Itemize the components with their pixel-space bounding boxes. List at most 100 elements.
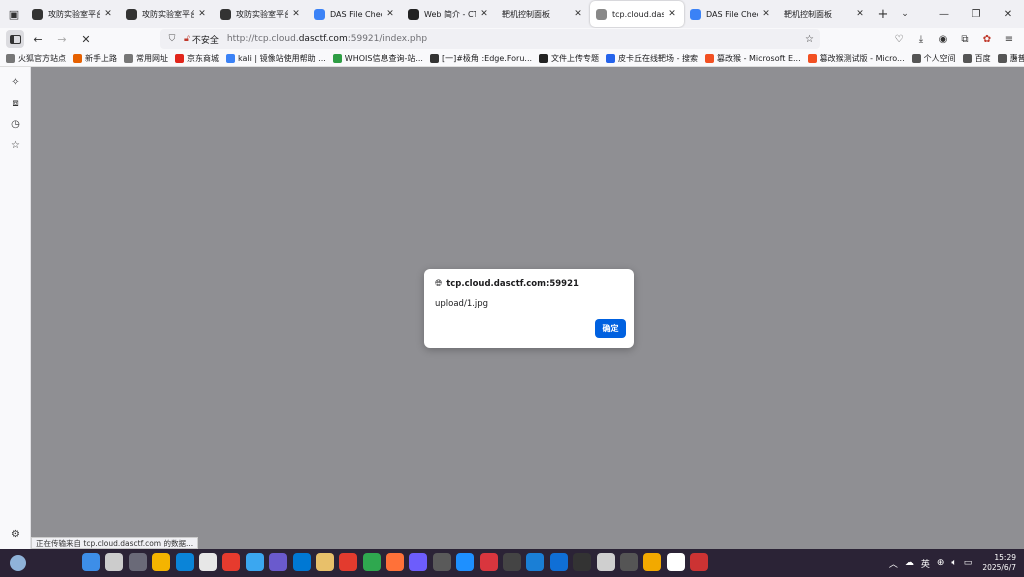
browser-tab[interactable]: tcp.cloud.dasctf.com✕	[590, 1, 684, 27]
taskbar-app-icon[interactable]	[362, 553, 381, 571]
bookmarks-toolbar: 火狐官方站点 新手上路 常用网址 京东商城 kali | 镜像站使用帮助 ... WHOI…	[0, 50, 1024, 67]
taskbar-app-icon[interactable]	[526, 553, 545, 571]
taskbar-app-icon[interactable]	[573, 553, 592, 571]
list-all-tabs-chevron-icon[interactable]: ⌄	[894, 9, 916, 19]
browser-tab[interactable]: 攻防实验室平台 ✕	[120, 1, 214, 27]
show-hidden-icons-chevron-icon[interactable]: ︿	[889, 557, 898, 570]
taskbar-app-icon[interactable]	[292, 553, 311, 571]
taskbar-app-icon[interactable]	[82, 553, 100, 571]
browser-tab[interactable]: DAS File Checker✕	[308, 1, 402, 27]
taskbar-app-icon[interactable]	[222, 553, 241, 571]
browser-tab[interactable]: 靶机控制面板 ✕	[778, 1, 872, 27]
taskbar-app-icon[interactable]	[386, 553, 405, 571]
minimize-icon[interactable]: —	[928, 0, 960, 28]
taskbar-app-icon[interactable]	[549, 553, 568, 571]
extension-monkey-icon[interactable]: ✿	[976, 34, 998, 45]
browser-tab[interactable]: Web 简介 - CTF Wiki✕	[402, 1, 496, 27]
taskbar-app-icon[interactable]	[409, 553, 428, 571]
input-language-label[interactable]: 英	[921, 557, 930, 570]
volume-icon[interactable]: 🔈︎	[951, 558, 956, 568]
synced-tabs-icon[interactable]: ⧈	[9, 97, 22, 110]
close-tab-icon[interactable]: ✕	[290, 9, 302, 19]
bookmarks-star-icon[interactable]: ☆	[9, 139, 22, 152]
pocket-icon[interactable]: ♡	[888, 34, 910, 45]
close-tab-icon[interactable]: ✕	[666, 9, 678, 19]
bookmark-item[interactable]: 惠普官网	[997, 53, 1024, 64]
close-tab-icon[interactable]: ✕	[760, 9, 772, 19]
tracking-protection-shield-icon[interactable]: ⛉	[166, 34, 178, 44]
bookmark-item[interactable]: 新手上路	[73, 53, 117, 64]
restore-icon[interactable]: ❐	[960, 0, 992, 28]
new-tab-button[interactable]: +	[872, 7, 894, 22]
taskbar-app-icon[interactable]	[690, 553, 709, 571]
bookmark-item[interactable]: WHOIS信息查询-站...	[332, 53, 423, 64]
weather-widget-icon[interactable]	[10, 555, 26, 571]
taskbar-app-icon[interactable]	[596, 553, 615, 571]
taskbar-app-icon[interactable]	[432, 553, 451, 571]
address-bar[interactable]: ⛉ 🔓︎ 不安全 http://tcp.cloud. dasctf.com:599…	[160, 29, 820, 49]
taskbar-app-icon[interactable]	[479, 553, 498, 571]
clock[interactable]: 15:29 2025/6/7	[982, 553, 1016, 573]
bookmark-item[interactable]: 篡改猴 - Microsoft E...	[705, 53, 801, 64]
bookmark-item[interactable]: 个人空间	[911, 53, 956, 64]
taskbar-app-icon[interactable]	[666, 553, 685, 571]
tab-label: 靶机控制面板	[502, 9, 550, 19]
browser-tab[interactable]: 攻防实验室平台 ✕	[26, 1, 120, 27]
close-tab-icon[interactable]: ✕	[102, 9, 114, 19]
close-tab-icon[interactable]: ✕	[384, 9, 396, 19]
close-tab-icon[interactable]: ✕	[854, 9, 866, 19]
network-globe-icon[interactable]: ⊕	[937, 558, 945, 568]
bookmark-item[interactable]: 百度	[962, 53, 991, 64]
browser-tab[interactable]: 攻防实验室平台 ✕	[214, 1, 308, 27]
downloads-icon[interactable]: ⤓	[910, 34, 932, 45]
bookmark-item[interactable]: 火狐官方站点	[6, 53, 66, 64]
close-tab-icon[interactable]: ✕	[572, 9, 584, 19]
bookmark-item[interactable]: kali | 镜像站使用帮助 ...	[226, 53, 326, 64]
taskbar-app-icon[interactable]	[619, 553, 638, 571]
history-icon[interactable]: ◷	[9, 118, 22, 131]
forward-button[interactable]: →	[52, 30, 72, 48]
tab-overview-icon[interactable]: ▣	[2, 2, 26, 26]
globe-icon: 🌐︎	[435, 279, 443, 289]
close-window-icon[interactable]: ✕	[992, 0, 1024, 28]
bookmark-item[interactable]: 篡改猴测试版 - Micro...	[807, 53, 905, 64]
stop-loading-button[interactable]: ✕	[76, 30, 96, 48]
taskbar-app-icon[interactable]	[152, 553, 171, 571]
sidebar-toggle-button[interactable]	[6, 30, 24, 48]
taskbar-app-icon[interactable]	[245, 553, 264, 571]
insecure-connection-label[interactable]: 不安全	[192, 33, 219, 46]
customize-sidebar-gear-icon[interactable]: ⚙	[9, 528, 22, 541]
bookmark-star-icon[interactable]: ☆	[805, 34, 814, 45]
bookmark-item[interactable]: [一]#极角 :Edge.Foru...	[429, 53, 532, 64]
taskbar-app-icon[interactable]	[503, 553, 522, 571]
taskbar-app-icon[interactable]	[315, 553, 334, 571]
ok-button[interactable]: 确定	[595, 319, 626, 338]
bookmark-item[interactable]: 文件上传专题	[539, 53, 599, 64]
taskbar-app-icon[interactable]	[128, 553, 147, 571]
more-bookmarks-chevron-icon[interactable]: »	[1012, 53, 1018, 64]
dialog-message: upload/1.jpg	[435, 299, 489, 309]
taskbar-app-icon[interactable]	[105, 553, 124, 571]
browser-tab[interactable]: DAS File Checker✕	[684, 1, 778, 27]
bookmark-item[interactable]: 皮卡丘在线靶场 - 搜索	[606, 53, 698, 64]
taskbar-app-icon[interactable]	[643, 553, 662, 571]
back-button[interactable]: ←	[28, 30, 48, 48]
insecure-lock-icon[interactable]: 🔓︎	[184, 34, 190, 44]
app-menu-icon[interactable]: ≡	[998, 34, 1020, 45]
battery-icon[interactable]: ▭	[964, 558, 973, 568]
cloud-icon[interactable]: ☁	[905, 558, 914, 568]
system-tray: ︿ ☁ 英 ⊕ 🔈︎ ▭ 15:29 2025/6/7	[882, 549, 1016, 577]
taskbar-app-icon[interactable]	[269, 553, 288, 571]
account-icon[interactable]: ◉	[932, 34, 954, 45]
extensions-icon[interactable]: ⧉	[954, 34, 976, 45]
taskbar-app-icon[interactable]	[175, 553, 194, 571]
taskbar-app-icon[interactable]	[456, 553, 475, 571]
ai-chatbot-icon[interactable]: ✧	[9, 76, 22, 89]
taskbar-app-icon[interactable]	[339, 553, 358, 571]
bookmark-item[interactable]: 京东商城	[175, 53, 219, 64]
close-tab-icon[interactable]: ✕	[478, 9, 490, 19]
browser-tab[interactable]: 靶机控制面板 ✕	[496, 1, 590, 27]
bookmark-item[interactable]: 常用网址	[124, 53, 168, 64]
close-tab-icon[interactable]: ✕	[196, 9, 208, 19]
taskbar-app-icon[interactable]	[198, 553, 217, 571]
